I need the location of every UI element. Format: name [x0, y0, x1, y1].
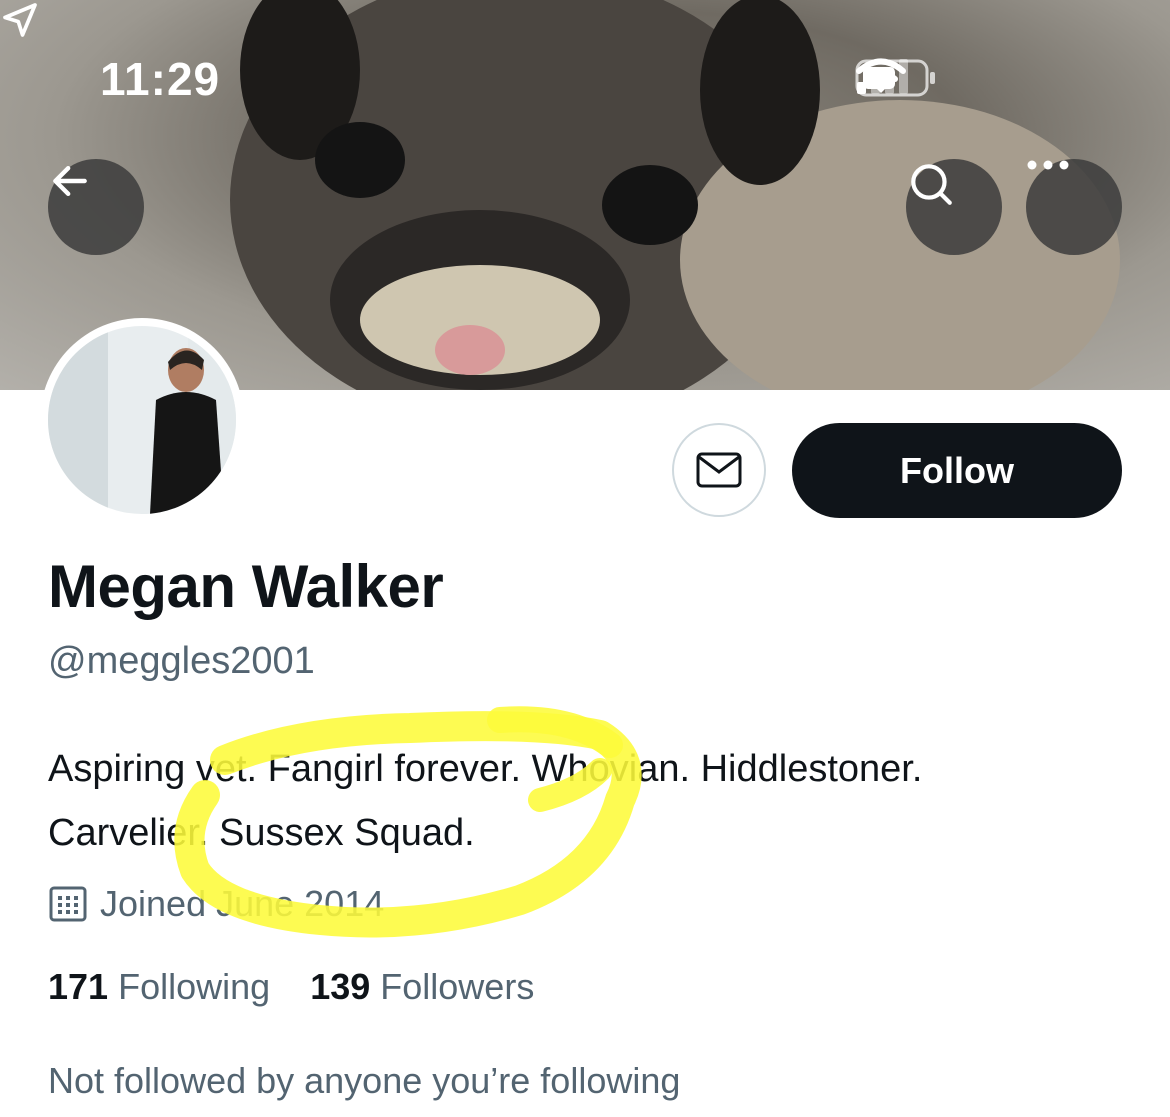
more-options-button[interactable]: [1026, 159, 1122, 255]
status-time: 11:29: [100, 53, 221, 105]
bio-line: Carvelier. Sussex Squad.: [48, 812, 475, 854]
search-button[interactable]: [906, 159, 1002, 255]
following-link[interactable]: 171 Following: [48, 966, 270, 1007]
not-followed-text: Not followed by anyone you’re following: [48, 1060, 681, 1101]
profile-name: Megan Walker: [48, 553, 444, 620]
calendar-icon: [49, 886, 87, 922]
back-button[interactable]: [48, 159, 144, 255]
location-arrow-icon: [3, 3, 37, 37]
following-count: 171: [48, 966, 109, 1007]
followers-label: Followers: [380, 966, 535, 1007]
joined-text: Joined June 2014: [100, 883, 385, 924]
followers-count: 139: [310, 966, 371, 1007]
message-button[interactable]: [672, 423, 766, 517]
bio-line: Aspiring vet. Fangirl forever. Whovian. …: [48, 748, 923, 790]
followers-link[interactable]: 139 Followers: [310, 966, 534, 1007]
profile-bio: Aspiring vet. Fangirl forever. Whovian. …: [48, 737, 1128, 865]
envelope-icon: [696, 452, 742, 488]
more-horizontal-icon: [1027, 160, 1069, 170]
profile-handle: @meggles2001: [48, 640, 315, 682]
battery-icon: [855, 59, 935, 97]
search-icon: [911, 164, 952, 205]
follow-stats: 171 Following 139 Followers: [48, 966, 534, 1008]
following-label: Following: [118, 966, 271, 1007]
arrow-left-icon: [53, 165, 87, 197]
avatar-image: [48, 326, 236, 514]
follow-button[interactable]: Follow: [792, 423, 1122, 518]
avatar[interactable]: [40, 318, 244, 522]
joined-date: Joined June 2014: [48, 883, 384, 925]
